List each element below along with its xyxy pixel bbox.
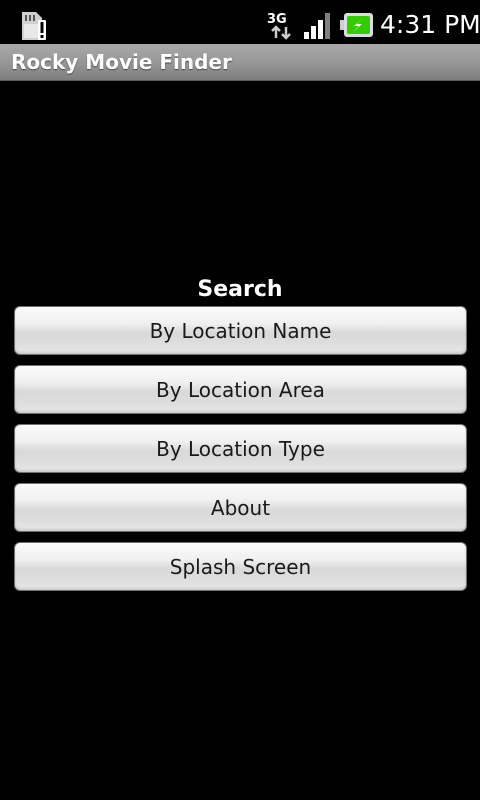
about-button[interactable]: About <box>14 483 467 532</box>
search-menu: By Location Name By Location Area By Loc… <box>14 306 467 601</box>
app-title: Rocky Movie Finder <box>11 50 232 74</box>
by-location-name-button[interactable]: By Location Name <box>14 306 467 355</box>
app-title-bar: Rocky Movie Finder <box>0 44 480 81</box>
status-clock: 4:31 PM <box>380 10 480 39</box>
search-heading: Search <box>197 277 283 302</box>
battery-charging-icon <box>340 13 373 37</box>
by-location-type-button[interactable]: By Location Type <box>14 424 467 473</box>
network-3g-icon: 3G <box>267 12 291 40</box>
sd-card-warning-icon <box>22 12 46 40</box>
splash-screen-button[interactable]: Splash Screen <box>14 542 467 591</box>
network-label: 3G <box>267 12 287 27</box>
by-location-area-button[interactable]: By Location Area <box>14 365 467 414</box>
signal-strength-icon <box>304 13 330 39</box>
status-bar: 3G 4:31 PM <box>0 0 480 50</box>
